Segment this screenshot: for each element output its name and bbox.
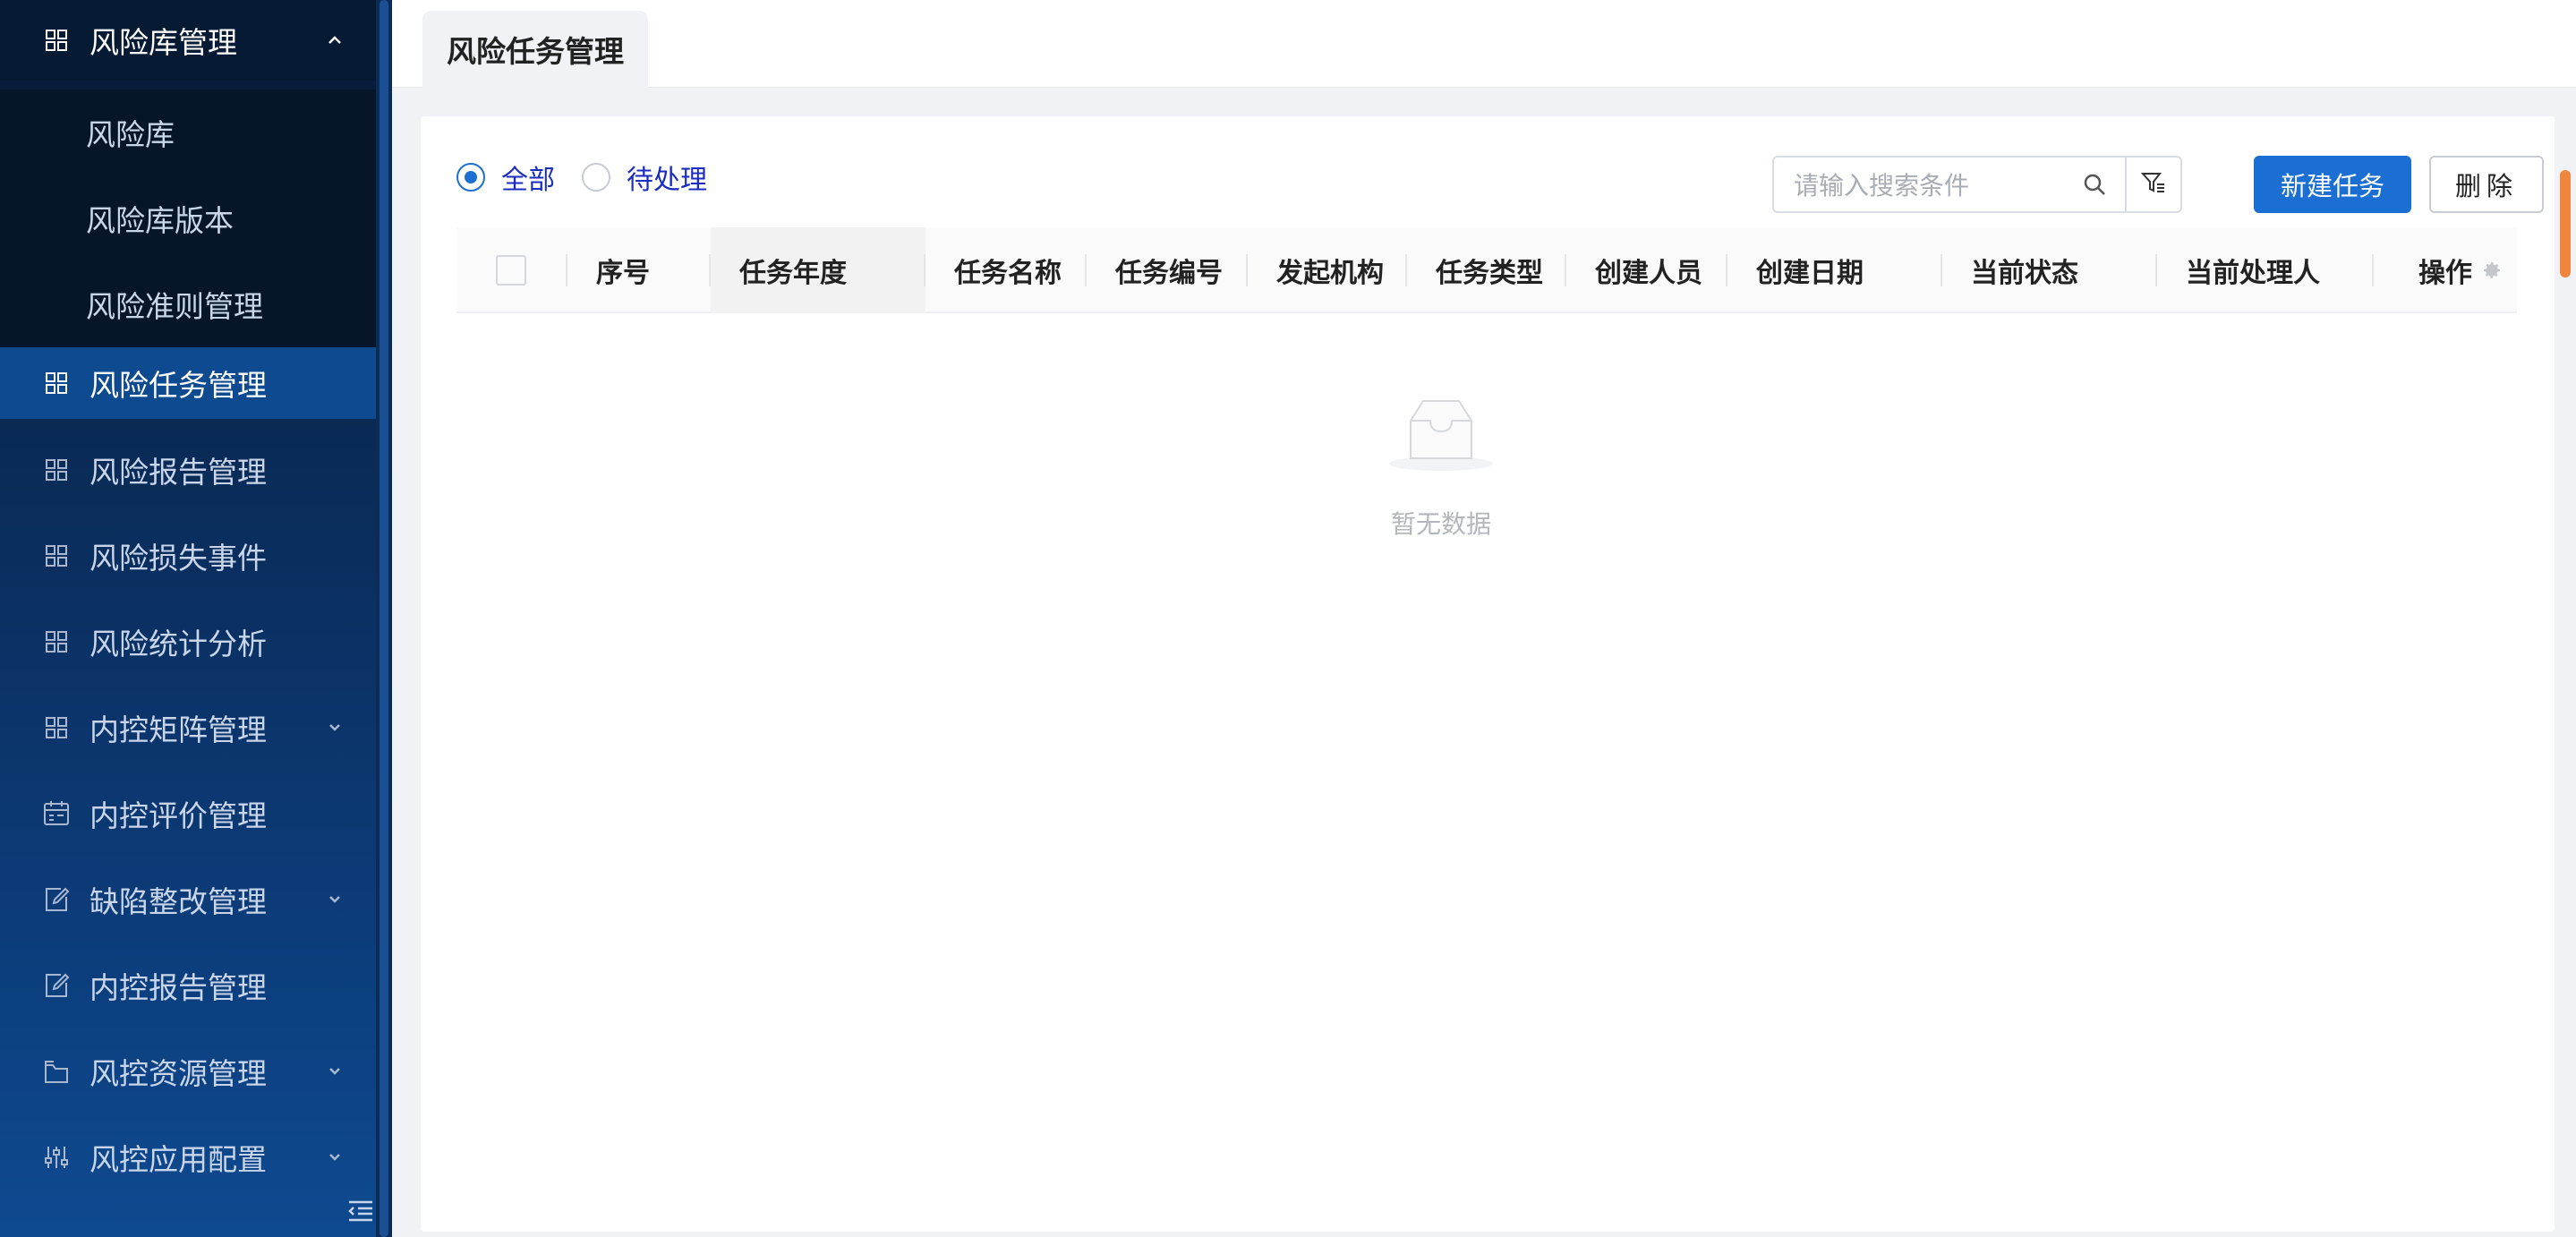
edit-doc-icon <box>41 884 72 915</box>
select-all-checkbox[interactable] <box>496 255 526 286</box>
sidebar-item-label: 内控报告管理 <box>90 970 267 1005</box>
sidebar-item-risk-library-mgmt[interactable]: 风险库管理 <box>0 4 376 76</box>
column-header[interactable]: 序号 <box>567 227 711 313</box>
chevron-up-icon <box>324 30 345 51</box>
sidebar-scrollbar-thumb[interactable] <box>380 0 388 1237</box>
sidebar-item-label: 风险统计分析 <box>90 627 267 661</box>
search-input[interactable] <box>1794 168 2071 202</box>
advanced-filter-button[interactable] <box>2125 156 2182 213</box>
filter-all-radio[interactable]: 全部 <box>456 158 555 197</box>
grid-icon <box>41 368 72 398</box>
sidebar-subitem-risk-library-version[interactable]: 风险库版本 <box>0 175 376 261</box>
column-header[interactable]: 创建日期 <box>1727 227 1942 313</box>
sidebar-item-label: 风险报告管理 <box>90 455 267 490</box>
column-header-actions: 操作 <box>2374 227 2517 313</box>
empty-state: 暂无数据 <box>1387 394 1495 539</box>
chevron-down-icon <box>324 889 345 910</box>
column-header[interactable]: 任务名称 <box>925 227 1087 313</box>
select-all-cell <box>456 227 567 313</box>
radio-circle <box>456 163 485 192</box>
sidebar-item-risk-stats[interactable]: 风险统计分析 <box>0 606 376 678</box>
sidebar-item-defect-rectify[interactable]: 缺陷整改管理 <box>0 864 376 935</box>
grid-icon <box>41 541 72 571</box>
column-header[interactable]: 任务编号 <box>1087 227 1248 313</box>
collapse-menu-icon[interactable] <box>347 1199 374 1226</box>
main-content: 风险任务管理 全部 待处理 新建任务 删除 <box>392 0 2576 1237</box>
sidebar-item-label: 风险库版本 <box>86 203 234 238</box>
sidebar-item-risk-report-mgmt[interactable]: 风险报告管理 <box>0 434 376 506</box>
table-header: 序号 任务年度 任务名称 任务编号 发起机构 任务类型 创建人员 创建日期 当前… <box>456 227 2517 313</box>
search-icon[interactable] <box>2082 172 2109 199</box>
filter-pending-radio[interactable]: 待处理 <box>582 158 707 197</box>
sidebar-item-label: 风控资源管理 <box>90 1056 267 1091</box>
column-header: 操作 <box>2418 258 2472 289</box>
sidebar-item-control-report[interactable]: 内控报告管理 <box>0 950 376 1021</box>
folder-icon <box>41 1056 72 1087</box>
radio-label: 全部 <box>501 165 555 196</box>
calendar-check-icon <box>41 798 72 829</box>
grid-icon <box>41 455 72 485</box>
grid-icon <box>41 627 72 657</box>
status-filter-group: 全部 待处理 <box>456 158 734 197</box>
sidebar-item-label: 风险库 <box>86 117 175 152</box>
new-task-button[interactable]: 新建任务 <box>2254 156 2411 213</box>
sidebar-item-risk-loss-events[interactable]: 风险损失事件 <box>0 520 376 592</box>
column-header[interactable]: 发起机构 <box>1248 227 1407 313</box>
column-header[interactable]: 任务类型 <box>1407 227 1566 313</box>
gear-icon[interactable] <box>2481 260 2503 281</box>
chevron-down-icon <box>324 1147 345 1168</box>
empty-inbox-icon <box>1387 400 1495 478</box>
column-header[interactable]: 当前状态 <box>1942 227 2157 313</box>
tab-bar: 风险任务管理 <box>392 0 2576 88</box>
main-scrollbar-thumb[interactable] <box>2560 170 2571 277</box>
sidebar-item-label: 内控评价管理 <box>90 798 267 833</box>
chevron-down-icon <box>324 717 345 738</box>
sidebar-item-risk-resources[interactable]: 风控资源管理 <box>0 1036 376 1107</box>
sidebar-subitem-risk-library[interactable]: 风险库 <box>0 90 376 175</box>
sidebar-item-label: 风险任务管理 <box>90 368 267 403</box>
sidebar-item-label: 风险准则管理 <box>86 289 263 324</box>
sidebar-item-label: 风险库管理 <box>90 25 237 60</box>
column-header[interactable]: 任务年度 <box>711 227 925 313</box>
grid-icon <box>41 712 72 743</box>
delete-button[interactable]: 删除 <box>2429 156 2544 213</box>
empty-text: 暂无数据 <box>1390 509 1491 539</box>
chevron-down-icon <box>324 1061 345 1082</box>
sidebar-subitem-risk-criteria[interactable]: 风险准则管理 <box>0 261 376 347</box>
radio-circle <box>582 163 610 192</box>
sidebar-scrollbar[interactable] <box>376 0 392 1237</box>
sidebar-item-control-matrix[interactable]: 内控矩阵管理 <box>0 692 376 764</box>
content-card: 全部 待处理 新建任务 删除 序号 任务年度 任务名称 <box>421 116 2555 1232</box>
filter-icon <box>2140 169 2167 200</box>
sidebar-item-risk-app-config[interactable]: 风控应用配置 <box>0 1122 376 1193</box>
sidebar-item-label: 内控矩阵管理 <box>90 712 267 747</box>
grid-icon <box>41 25 72 55</box>
sidebar-item-risk-task-mgmt[interactable]: 风险任务管理 <box>0 347 376 419</box>
column-header[interactable]: 当前处理人 <box>2157 227 2374 313</box>
tab-risk-task-mgmt[interactable]: 风险任务管理 <box>422 11 648 88</box>
edit-doc-icon <box>41 970 72 1001</box>
radio-label: 待处理 <box>627 165 707 196</box>
search-box <box>1772 156 2127 213</box>
sidebar-item-control-evaluation[interactable]: 内控评价管理 <box>0 778 376 849</box>
sliders-icon <box>41 1142 72 1173</box>
sidebar-item-label: 缺陷整改管理 <box>90 884 267 919</box>
column-header[interactable]: 创建人员 <box>1566 227 1727 313</box>
sidebar: 风险库管理 风险库 风险库版本 风险准则管理 风险任务管理 风险报告管理 风险损… <box>0 0 392 1237</box>
sidebar-item-label: 风控应用配置 <box>90 1142 267 1177</box>
sidebar-item-label: 风险损失事件 <box>90 541 267 576</box>
